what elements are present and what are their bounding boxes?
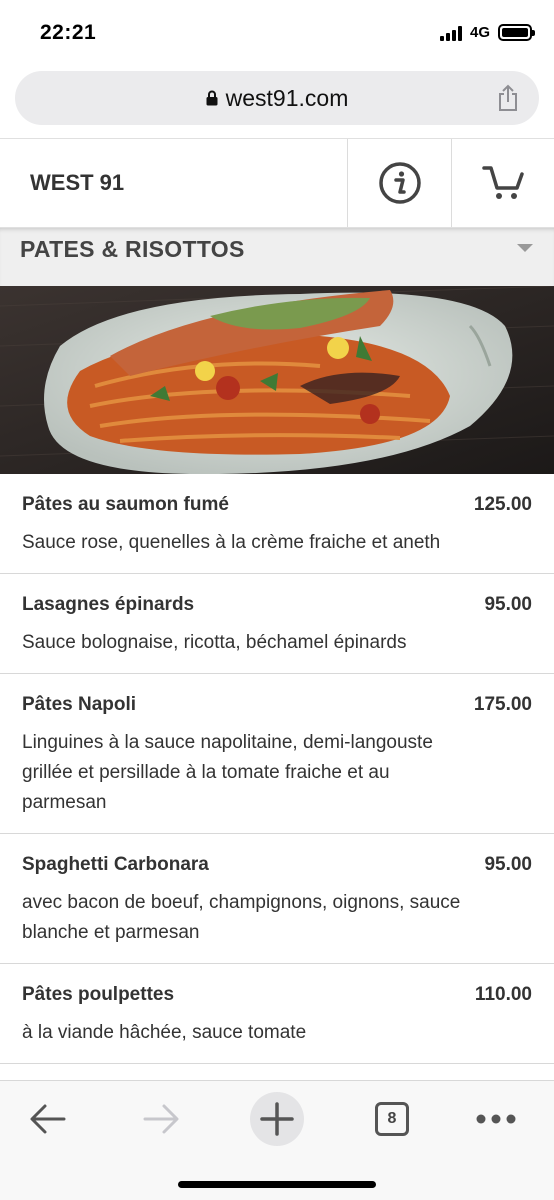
- forward-button[interactable]: [131, 1089, 191, 1149]
- status-indicators: 4G: [439, 24, 535, 41]
- more-icon: [476, 1114, 516, 1124]
- menu-item[interactable]: Lasagnes épinards 95.00 Sauce bolognaise…: [0, 574, 554, 674]
- cart-icon: [481, 166, 524, 199]
- url-text: west91.com: [225, 84, 349, 111]
- plus-icon: [260, 1102, 294, 1136]
- back-button[interactable]: [18, 1089, 78, 1149]
- lock-icon: [206, 90, 218, 106]
- menu-item-header: Pâtes au saumon fumé 125.00: [22, 493, 532, 517]
- cart-button[interactable]: [451, 139, 554, 227]
- back-arrow-icon: [30, 1104, 66, 1134]
- pasta-dish-image: [0, 286, 554, 474]
- menu-item-name: Spaghetti Carbonara: [22, 854, 209, 875]
- forward-arrow-icon: [143, 1104, 179, 1134]
- chevron-down-icon: [517, 244, 533, 252]
- menu-item-header: Pâtes Napoli 175.00: [22, 693, 532, 717]
- site-header: WEST 91: [0, 138, 554, 228]
- menu-item-description: Sauce bolognaise, ricotta, béchamel épin…: [22, 632, 407, 653]
- network-type: 4G: [469, 24, 490, 41]
- menu-item-description: Sauce rose, quenelles à la crème fraiche…: [22, 532, 441, 553]
- menu-item-header: Lasagnes épinards 95.00: [22, 593, 532, 617]
- address-content: west91.com: [15, 71, 539, 125]
- more-button[interactable]: [466, 1089, 526, 1149]
- share-icon[interactable]: [497, 84, 519, 112]
- signal-icon: [439, 25, 464, 41]
- menu-item-name: Pâtes au saumon fumé: [22, 494, 229, 515]
- brand-name[interactable]: WEST 91: [30, 170, 124, 196]
- menu-item-price: 110.00: [474, 984, 532, 1005]
- category-hero-image: [0, 286, 554, 474]
- status-time: 22:21: [40, 21, 97, 44]
- menu-item[interactable]: Spaghetti Carbonara 95.00 avec bacon de …: [0, 834, 554, 964]
- home-indicator[interactable]: [178, 1181, 376, 1188]
- menu-item[interactable]: Pâtes poulpettes 110.00 à la viande hâch…: [0, 964, 554, 1064]
- menu-item-name: Lasagnes épinards: [22, 594, 195, 615]
- menu-item-description: Linguines à la sauce napolitaine, demi-l…: [22, 732, 433, 813]
- browser-address-area: west91.com: [0, 66, 554, 138]
- category-title: PATES & RISOTTOS: [20, 236, 245, 262]
- info-icon: [378, 162, 421, 204]
- menu-list: Pâtes au saumon fumé 125.00 Sauce rose, …: [0, 474, 554, 1080]
- info-button[interactable]: [347, 139, 451, 227]
- menu-item-price: 125.00: [473, 494, 532, 515]
- battery-icon: [498, 24, 535, 41]
- status-bar: 22:21 4G: [0, 0, 554, 66]
- menu-item-price: 175.00: [473, 694, 532, 715]
- menu-item-description: avec bacon de boeuf, champignons, oignon…: [22, 892, 461, 943]
- new-tab-circle: [250, 1092, 304, 1146]
- tab-count: 8: [387, 1110, 397, 1127]
- category-dropdown[interactable]: PATES & RISOTTOS: [0, 228, 554, 286]
- browser-toolbar: 8: [0, 1080, 554, 1200]
- menu-item-name: Pâtes poulpettes: [22, 984, 175, 1005]
- menu-item-name: Pâtes Napoli: [22, 694, 137, 715]
- menu-item-price: 95.00: [484, 854, 532, 875]
- tabs-button[interactable]: 8: [362, 1089, 422, 1149]
- menu-item[interactable]: Pâtes Napoli 175.00 Linguines à la sauce…: [0, 674, 554, 834]
- menu-item-price: 95.00: [484, 594, 532, 615]
- menu-item-header: Spaghetti Carbonara 95.00: [22, 853, 532, 877]
- menu-item[interactable]: Pâtes au saumon fumé 125.00 Sauce rose, …: [0, 474, 554, 574]
- address-bar[interactable]: west91.com: [15, 71, 539, 125]
- new-tab-button[interactable]: [247, 1089, 307, 1149]
- menu-item-description: à la viande hâchée, sauce tomate: [22, 1022, 307, 1043]
- tabs-icon: 8: [375, 1102, 409, 1136]
- menu-item-header: Pâtes poulpettes 110.00: [22, 983, 532, 1007]
